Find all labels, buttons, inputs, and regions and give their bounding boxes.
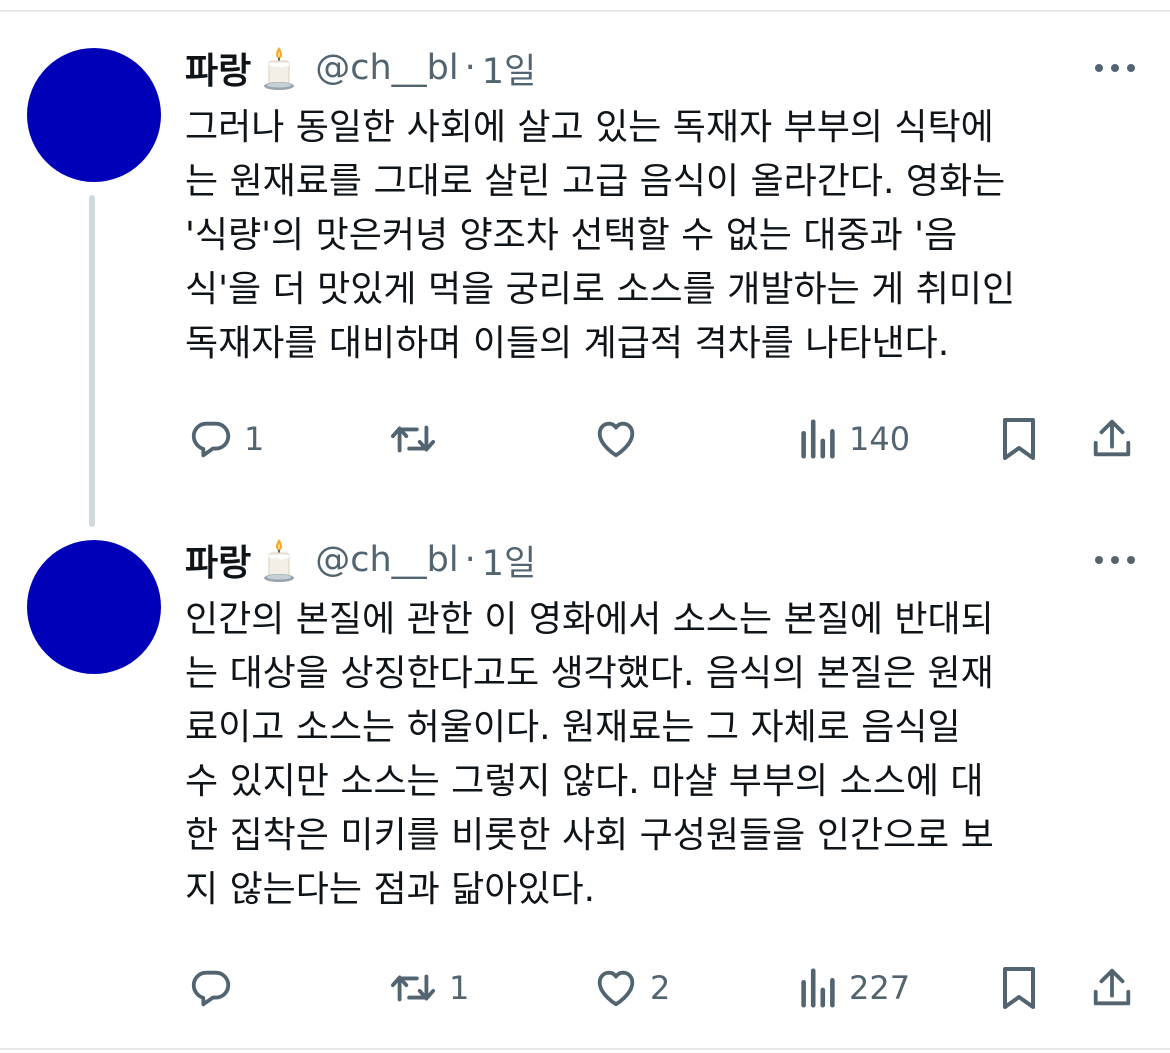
handle[interactable]: @ch__bl bbox=[315, 540, 458, 580]
candle-icon bbox=[264, 539, 295, 582]
candle-icon bbox=[264, 47, 295, 90]
tweet-text-line: 독재자를 대비하며 이들의 계급적 격차를 나타낸다. bbox=[185, 323, 950, 364]
tweet-text: 인간의 본질에 관한 이 영화에서 소스는 본질에 반대되 는 대상을 상징한다… bbox=[185, 593, 1135, 917]
views-icon bbox=[801, 968, 835, 1008]
views-count: 140 bbox=[849, 420, 911, 458]
tweet-text: 그러나 동일한 사회에 살고 있는 독재자 부부의 식탁에 는 원재료를 그대로… bbox=[185, 101, 1135, 371]
thread-connector-line bbox=[89, 195, 95, 527]
share-icon bbox=[1093, 968, 1131, 1006]
tweet-text-line: 인간의 본질에 관한 이 영화에서 소스는 본질에 반대되 bbox=[185, 599, 994, 640]
views-icon bbox=[801, 419, 835, 459]
avatar[interactable] bbox=[27, 540, 161, 674]
repost-count: 1 bbox=[449, 969, 470, 1007]
separator-dot: · bbox=[464, 48, 476, 88]
separator-dot: · bbox=[464, 540, 476, 580]
tweet-text-line: 는 원재료를 그대로 살린 고급 음식이 올라간다. 영화는 bbox=[185, 161, 1006, 202]
bottom-divider bbox=[0, 1048, 1170, 1050]
reply-icon bbox=[191, 421, 231, 458]
share-button[interactable] bbox=[1089, 963, 1135, 1013]
repost-button[interactable] bbox=[387, 414, 449, 464]
repost-icon bbox=[390, 974, 436, 1002]
tweet-header: 파랑 @ch__bl · 1일 bbox=[185, 535, 536, 585]
action-bar: 1 2 227 bbox=[0, 963, 1170, 1013]
timestamp[interactable]: 1일 bbox=[482, 43, 536, 94]
top-divider bbox=[0, 10, 1170, 12]
display-name[interactable]: 파랑 bbox=[185, 42, 251, 94]
reply-icon bbox=[191, 970, 231, 1007]
share-button[interactable] bbox=[1089, 414, 1135, 464]
share-icon bbox=[1093, 419, 1131, 457]
tweet-text-line: '식량'의 맛은커녕 양조차 선택할 수 없는 대중과 '음 bbox=[185, 215, 958, 256]
tweet-text-line: 한 집착은 미키를 비롯한 사회 구성원들을 인간으로 보 bbox=[185, 815, 994, 856]
avatar[interactable] bbox=[27, 48, 161, 182]
tweet-text-line: 그러나 동일한 사회에 살고 있는 독재자 부부의 식탁에 bbox=[185, 107, 994, 148]
views-button[interactable]: 140 bbox=[797, 414, 910, 464]
bookmark-icon bbox=[1003, 418, 1035, 460]
repost-button[interactable]: 1 bbox=[387, 963, 469, 1013]
more-horizontal-icon[interactable] bbox=[1093, 552, 1137, 568]
heart-icon bbox=[597, 421, 635, 458]
tweet-text-line: 지 않는다는 점과 닮아있다. bbox=[185, 869, 596, 910]
bookmark-button[interactable] bbox=[998, 963, 1040, 1013]
tweet-header: 파랑 @ch__bl · 1일 bbox=[185, 43, 536, 93]
heart-icon bbox=[597, 970, 635, 1007]
like-count: 2 bbox=[650, 969, 671, 1007]
reply-button[interactable] bbox=[188, 963, 244, 1013]
tweet-text-line: 는 대상을 상징한다고도 생각했다. 음식의 본질은 원재 bbox=[185, 653, 994, 694]
handle[interactable]: @ch__bl bbox=[315, 48, 458, 88]
repost-icon bbox=[390, 425, 436, 453]
more-horizontal-icon[interactable] bbox=[1093, 60, 1137, 76]
bookmark-icon bbox=[1003, 967, 1035, 1009]
like-button[interactable]: 2 bbox=[592, 963, 670, 1013]
reply-button[interactable]: 1 bbox=[188, 414, 264, 464]
views-count: 227 bbox=[849, 969, 911, 1007]
timestamp[interactable]: 1일 bbox=[482, 535, 536, 586]
display-name[interactable]: 파랑 bbox=[185, 534, 251, 586]
action-bar: 1 140 bbox=[0, 414, 1170, 464]
tweet-text-line: 료이고 소스는 허울이다. 원재료는 그 자체로 음식일 bbox=[185, 707, 961, 748]
views-button[interactable]: 227 bbox=[797, 963, 910, 1013]
reply-count: 1 bbox=[244, 420, 265, 458]
tweet-text-line: 수 있지만 소스는 그렇지 않다. 마샬 부부의 소스에 대 bbox=[185, 761, 984, 802]
like-button[interactable] bbox=[592, 414, 650, 464]
bookmark-button[interactable] bbox=[998, 414, 1040, 464]
tweet-text-line: 식'을 더 맛있게 먹을 궁리로 소스를 개발하는 게 취미인 bbox=[185, 269, 1016, 310]
